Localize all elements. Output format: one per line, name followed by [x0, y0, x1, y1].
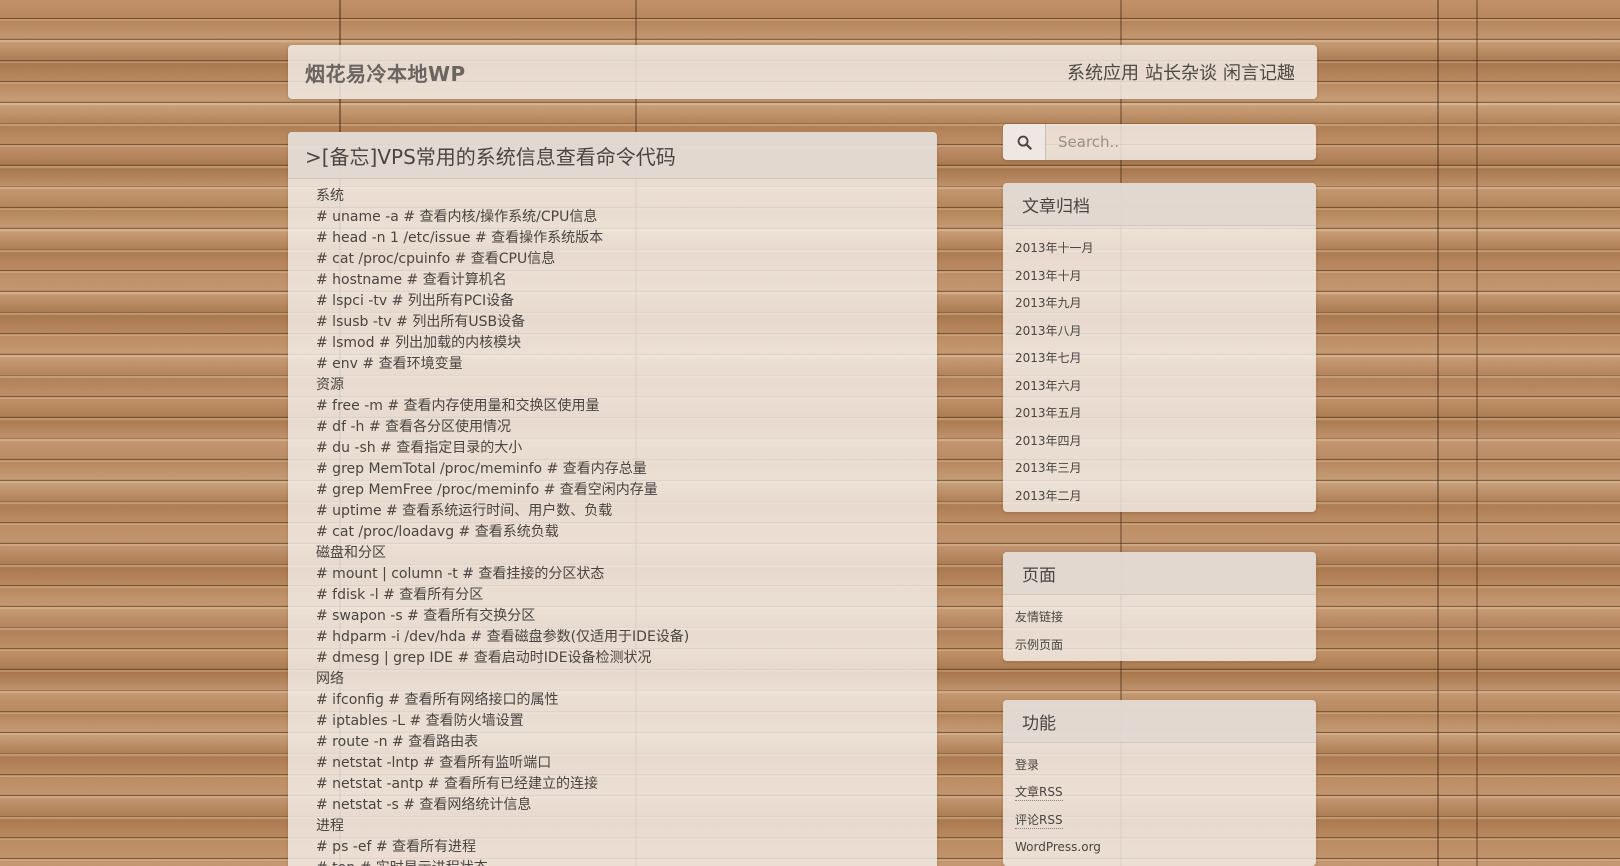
post-line: # lsmod # 列出加载的内核模块: [316, 335, 522, 351]
archive-link[interactable]: 2013年十月: [1015, 267, 1082, 284]
meta-widget-title: 功能: [1022, 713, 1056, 734]
list-item: 2013年十月: [1015, 262, 1316, 290]
archive-link[interactable]: 2013年十一月: [1015, 239, 1094, 256]
list-item: WordPress.org: [1015, 834, 1316, 862]
page-link-friend-links[interactable]: 友情链接: [1015, 608, 1063, 625]
pages-widget-title: 页面: [1022, 565, 1056, 586]
post-line: # cat /proc/loadavg # 查看系统负载: [316, 524, 559, 540]
site-title[interactable]: 烟花易冷本地WP: [305, 58, 466, 87]
post-line: 网络: [316, 671, 344, 687]
comments-rss-link[interactable]: 评论RSS: [1015, 811, 1063, 829]
post-content: 系统 # uname -a # 查看内核/操作系统/CPU信息 # head -n …: [288, 179, 937, 866]
list-item: 登录: [1015, 751, 1316, 779]
list-item: 友情链接: [1015, 603, 1316, 631]
list-item: 评论RSS: [1015, 806, 1316, 834]
post-line: # netstat -antp # 查看所有已经建立的连接: [316, 776, 598, 792]
page-link-sample-page[interactable]: 示例页面: [1015, 636, 1063, 653]
archive-list: 2013年十一月 2013年十月 2013年九月 2013年八月 2013年七月…: [1003, 226, 1316, 509]
archive-link[interactable]: 2013年三月: [1015, 459, 1082, 476]
list-item: 2013年六月: [1015, 372, 1316, 400]
list-item: 2013年四月: [1015, 427, 1316, 455]
site-header: 烟花易冷本地WP 系统应用 站长杂谈 闲言记趣: [288, 45, 1317, 99]
post-line: # hostname # 查看计算机名: [316, 272, 507, 288]
post-line: # uptime # 查看系统运行时间、用户数、负载: [316, 503, 613, 519]
list-item: 2013年九月: [1015, 289, 1316, 317]
post-line: # grep MemFree /proc/meminfo # 查看空闲内存量: [316, 482, 658, 498]
pages-list: 友情链接 示例页面: [1003, 595, 1316, 658]
post-line: # dmesg | grep IDE # 查看启动时IDE设备检测状况: [316, 650, 652, 666]
archive-widget-header: 文章归档: [1003, 183, 1316, 226]
list-item: 示例页面: [1015, 631, 1316, 659]
post-title-bar: >[备忘]VPS常用的系统信息查看命令代码: [288, 132, 937, 179]
post-line: # env # 查看环境变量: [316, 356, 463, 372]
search-icon: [1017, 135, 1032, 150]
post-line: # cat /proc/cpuinfo # 查看CPU信息: [316, 251, 556, 267]
post-line: # iptables -L # 查看防火墙设置: [316, 713, 524, 729]
archive-link[interactable]: 2013年八月: [1015, 322, 1082, 339]
nav-item-webmaster-talk[interactable]: 站长杂谈: [1145, 59, 1217, 85]
post-line: # hdparm -i /dev/hda # 查看磁盘参数(仅适用于IDE设备): [316, 629, 690, 645]
archive-link[interactable]: 2013年九月: [1015, 294, 1082, 311]
post-line: 进程: [316, 818, 344, 834]
post-line: # uname -a # 查看内核/操作系统/CPU信息: [316, 209, 598, 225]
list-item: 2013年八月: [1015, 317, 1316, 345]
search-button[interactable]: [1003, 124, 1046, 160]
nav-item-casual-notes[interactable]: 闲言记趣: [1223, 59, 1295, 85]
list-item: 文章RSS: [1015, 779, 1316, 807]
post-line: # fdisk -l # 查看所有分区: [316, 587, 484, 603]
list-item: 2013年七月: [1015, 344, 1316, 372]
post-line: # df -h # 查看各分区使用情况: [316, 419, 512, 435]
post-line: # lspci -tv # 列出所有PCI设备: [316, 293, 515, 309]
post-title[interactable]: >[备忘]VPS常用的系统信息查看命令代码: [305, 141, 676, 170]
archive-link[interactable]: 2013年七月: [1015, 349, 1082, 366]
post-line: # route -n # 查看路由表: [316, 734, 479, 750]
post-line: 资源: [316, 377, 344, 393]
archive-link[interactable]: 2013年五月: [1015, 404, 1082, 421]
post-line: # netstat -s # 查看网络统计信息: [316, 797, 532, 813]
post-line: # ifconfig # 查看所有网络接口的属性: [316, 692, 559, 708]
list-item: 2013年二月: [1015, 482, 1316, 510]
archive-widget: 文章归档 2013年十一月 2013年十月 2013年九月 2013年八月 20…: [1003, 183, 1316, 512]
archive-link[interactable]: 2013年四月: [1015, 432, 1082, 449]
post-line: # netstat -lntp # 查看所有监听端口: [316, 755, 552, 771]
post-line: # free -m # 查看内存使用量和交换区使用量: [316, 398, 600, 414]
search-widget: [1003, 124, 1316, 160]
archive-link[interactable]: 2013年二月: [1015, 487, 1082, 504]
post-line: 磁盘和分区: [316, 545, 386, 561]
archive-link[interactable]: 2013年六月: [1015, 377, 1082, 394]
posts-rss-link[interactable]: 文章RSS: [1015, 783, 1063, 802]
post-line: # ps -ef # 查看所有进程: [316, 839, 477, 855]
pages-widget: 页面 友情链接 示例页面: [1003, 552, 1316, 661]
post-line: # mount | column -t # 查看挂接的分区状态: [316, 566, 605, 582]
list-item: 2013年五月: [1015, 399, 1316, 427]
archive-widget-title: 文章归档: [1022, 196, 1090, 217]
post-line: # top # 实时显示进程状态: [316, 858, 937, 866]
meta-widget: 功能 登录 文章RSS 评论RSS WordPress.org: [1003, 700, 1316, 866]
wordpress-org-link[interactable]: WordPress.org: [1015, 840, 1101, 854]
post-line: # swapon -s # 查看所有交换分区: [316, 608, 536, 624]
login-link[interactable]: 登录: [1015, 756, 1039, 773]
post-line: # lsusb -tv # 列出所有USB设备: [316, 314, 526, 330]
main-nav: 系统应用 站长杂谈 闲言记趣: [1067, 59, 1295, 85]
nav-item-system-apps[interactable]: 系统应用: [1067, 59, 1139, 85]
search-input[interactable]: [1046, 124, 1316, 160]
list-item: 2013年十一月: [1015, 234, 1316, 262]
post-line: # head -n 1 /etc/issue # 查看操作系统版本: [316, 230, 604, 246]
post-line: # grep MemTotal /proc/meminfo # 查看内存总量: [316, 461, 647, 477]
post-line: 系统: [316, 188, 344, 204]
meta-list: 登录 文章RSS 评论RSS WordPress.org: [1003, 743, 1316, 861]
post-line: # du -sh # 查看指定目录的大小: [316, 440, 523, 456]
list-item: 2013年三月: [1015, 454, 1316, 482]
meta-widget-header: 功能: [1003, 700, 1316, 743]
post-article: >[备忘]VPS常用的系统信息查看命令代码 系统 # uname -a # 查看内…: [288, 132, 937, 866]
pages-widget-header: 页面: [1003, 552, 1316, 595]
